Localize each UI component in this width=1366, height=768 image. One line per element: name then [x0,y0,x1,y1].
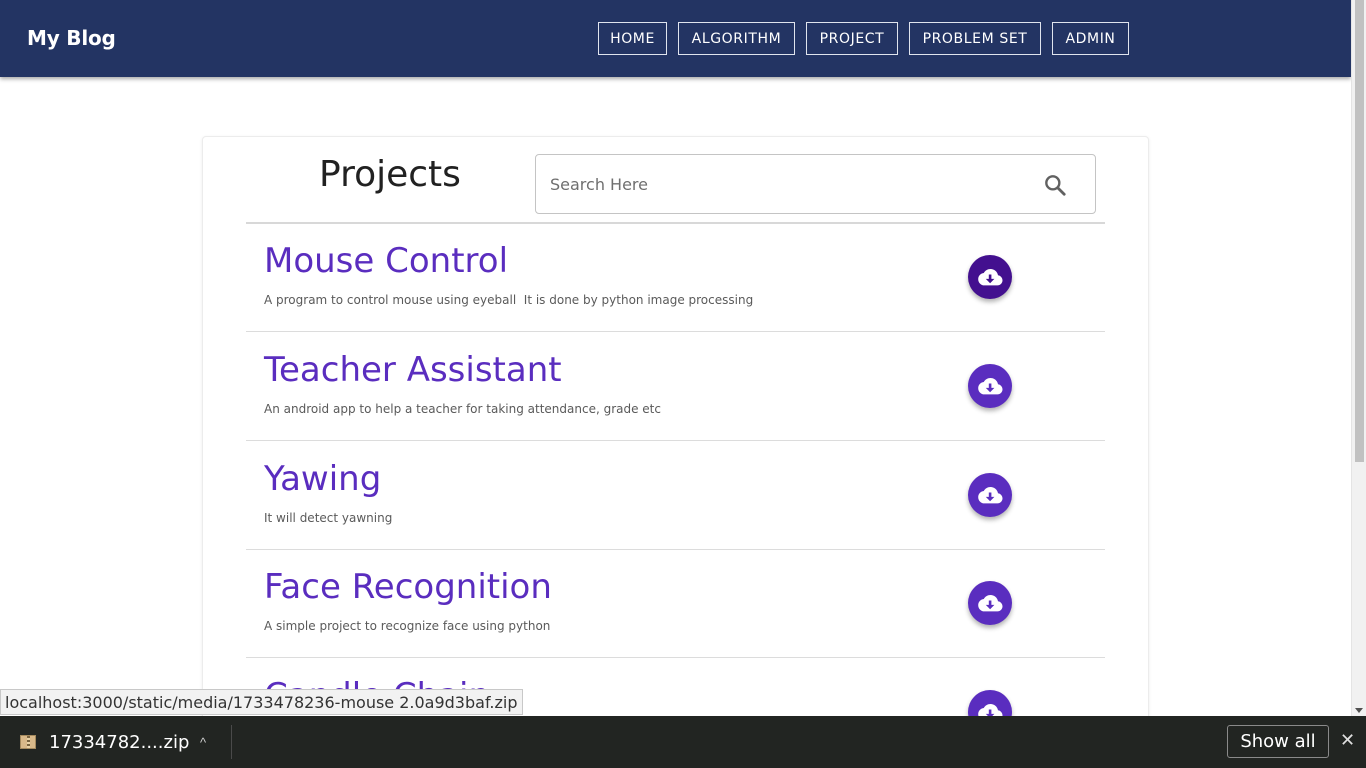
download-shelf: 17334782....zip ^ Show all ✕ [0,716,1366,768]
download-button[interactable] [968,364,1012,408]
zip-file-icon [20,735,36,749]
cloud-download-icon [978,378,1003,395]
page-title: Projects [319,154,461,195]
link-status-url: localhost:3000/static/media/1733478236-m… [0,689,523,715]
project-title[interactable]: Teacher Assistant [264,350,562,390]
nav-home-button[interactable]: HOME [598,22,667,55]
brand-logo-text[interactable]: My Blog [27,26,116,50]
search-box [535,154,1096,214]
download-button[interactable] [968,255,1012,299]
project-description: An android app to help a teacher for tak… [264,402,661,416]
project-row: Mouse Control A program to control mouse… [246,223,1105,332]
download-button[interactable] [968,473,1012,517]
project-row: Face Recognition A simple project to rec… [246,549,1105,658]
project-title[interactable]: Face Recognition [264,567,552,607]
nav-admin-button[interactable]: ADMIN [1052,22,1129,55]
top-navbar: My Blog HOME ALGORITHM PROJECT PROBLEM S… [0,0,1351,77]
project-title[interactable]: Yawing [264,459,381,499]
vertical-scrollbar[interactable] [1351,0,1366,716]
project-title[interactable]: Mouse Control [264,241,508,281]
scroll-down-arrow-icon[interactable] [1355,708,1363,713]
cloud-download-icon [978,487,1003,504]
cloud-download-icon [978,269,1003,286]
nav-project-button[interactable]: PROJECT [806,22,898,55]
search-input[interactable] [550,171,1010,197]
show-all-button[interactable]: Show all [1227,725,1329,758]
cloud-download-icon [978,595,1003,612]
page-viewport: My Blog HOME ALGORITHM PROJECT PROBLEM S… [0,0,1351,716]
project-row: Yawing It will detect yawning [246,441,1105,550]
nav-problem-set-button[interactable]: PROBLEM SET [909,22,1041,55]
download-button[interactable] [968,690,1012,716]
search-icon[interactable] [1042,172,1068,198]
download-button[interactable] [968,581,1012,625]
project-description: A program to control mouse using eyeball… [264,293,754,307]
cloud-download-icon [978,704,1003,716]
chevron-up-icon[interactable]: ^ [200,735,206,750]
shelf-separator [231,725,232,759]
download-filename[interactable]: 17334782....zip [49,732,189,753]
project-description: A simple project to recognize face using… [264,619,551,633]
project-description: It will detect yawning [264,511,393,525]
close-icon[interactable]: ✕ [1340,730,1355,751]
nav-algorithm-button[interactable]: ALGORITHM [678,22,795,55]
project-row: Teacher Assistant An android app to help… [246,332,1105,441]
scrollbar-thumb[interactable] [1355,0,1364,462]
